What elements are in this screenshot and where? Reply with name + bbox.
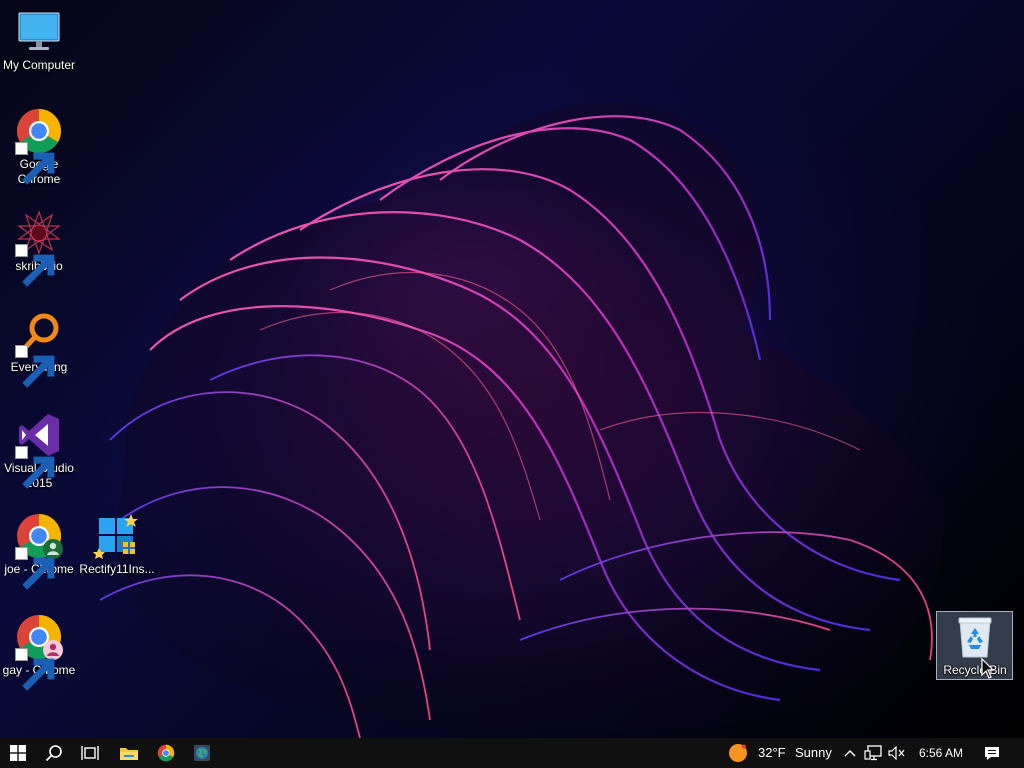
desktop[interactable]: My Computer Google Chrome skribbl.io Eve… xyxy=(0,0,1024,738)
globe-app-icon xyxy=(194,745,210,761)
clock[interactable]: 6:56 AM xyxy=(919,738,963,768)
desktop-icon-gay-chrome[interactable]: gay - Chrome xyxy=(0,613,78,691)
start-button[interactable] xyxy=(0,738,36,768)
action-center-icon xyxy=(985,746,999,760)
show-hidden-icons-button[interactable] xyxy=(840,738,860,768)
monitor-icon xyxy=(15,8,63,56)
shortcut-arrow-icon xyxy=(15,244,55,287)
desktop-icon-label: My Computer xyxy=(2,58,76,72)
visual-studio-icon xyxy=(15,411,63,489)
network-icon xyxy=(864,745,882,761)
action-center-button[interactable] xyxy=(978,738,1006,768)
taskbar: 32°F Sunny 6:56 AM xyxy=(0,738,1024,768)
volume-button[interactable] xyxy=(886,738,908,768)
shortcut-arrow-icon xyxy=(15,547,55,590)
chevron-up-icon xyxy=(844,750,856,757)
chrome-icon xyxy=(157,744,175,762)
desktop-icon-everything[interactable]: Everything xyxy=(0,310,78,388)
start-icon xyxy=(10,745,26,761)
search-icon xyxy=(45,745,62,762)
taskbar-file-explorer[interactable] xyxy=(111,738,147,768)
recycle-bin-icon xyxy=(951,613,999,661)
taskbar-globe-app[interactable] xyxy=(184,738,220,768)
sun-icon xyxy=(729,744,747,762)
desktop-icon-google-chrome[interactable]: Google Chrome xyxy=(0,107,78,187)
weather-temperature[interactable]: 32°F xyxy=(758,738,786,768)
task-view-icon xyxy=(81,746,99,760)
mouse-cursor-icon xyxy=(981,658,995,679)
taskbar-chrome[interactable] xyxy=(148,738,184,768)
volume-muted-icon xyxy=(888,746,905,760)
everything-search-icon xyxy=(15,310,63,388)
shortcut-arrow-icon xyxy=(15,648,55,691)
weather-widget-icon-btn[interactable] xyxy=(722,738,754,768)
desktop-icon-visual-studio[interactable]: Visual Studio 2015 xyxy=(0,411,78,491)
shortcut-arrow-icon xyxy=(15,446,55,489)
task-view-button[interactable] xyxy=(72,738,108,768)
desktop-icon-my-computer[interactable]: My Computer xyxy=(0,8,78,73)
desktop-icon-label: Recycle Bin xyxy=(943,663,1007,677)
file-explorer-icon xyxy=(120,748,138,760)
shortcut-arrow-icon xyxy=(15,142,55,185)
desktop-icon-recycle-bin[interactable]: Recycle Bin xyxy=(936,613,1014,678)
desktop-icon-rectify11-installer[interactable]: Rectify11Ins... xyxy=(78,512,156,577)
shortcut-arrow-icon xyxy=(15,345,55,388)
search-button[interactable] xyxy=(36,738,72,768)
chrome-profile-icon xyxy=(15,613,63,691)
skribbl-icon xyxy=(15,209,63,287)
network-button[interactable] xyxy=(862,738,884,768)
chrome-profile-icon xyxy=(15,512,63,590)
weather-condition[interactable]: Sunny xyxy=(795,738,832,768)
desktop-icon-joe-chrome[interactable]: joe - Chrome xyxy=(0,512,78,590)
chrome-icon xyxy=(15,107,63,185)
rectify11-installer-icon xyxy=(93,512,141,560)
wallpaper-bloom xyxy=(99,102,944,738)
desktop-icon-skribbl[interactable]: skribbl.io xyxy=(0,209,78,287)
desktop-icon-label: Rectify11Ins... xyxy=(79,562,155,576)
